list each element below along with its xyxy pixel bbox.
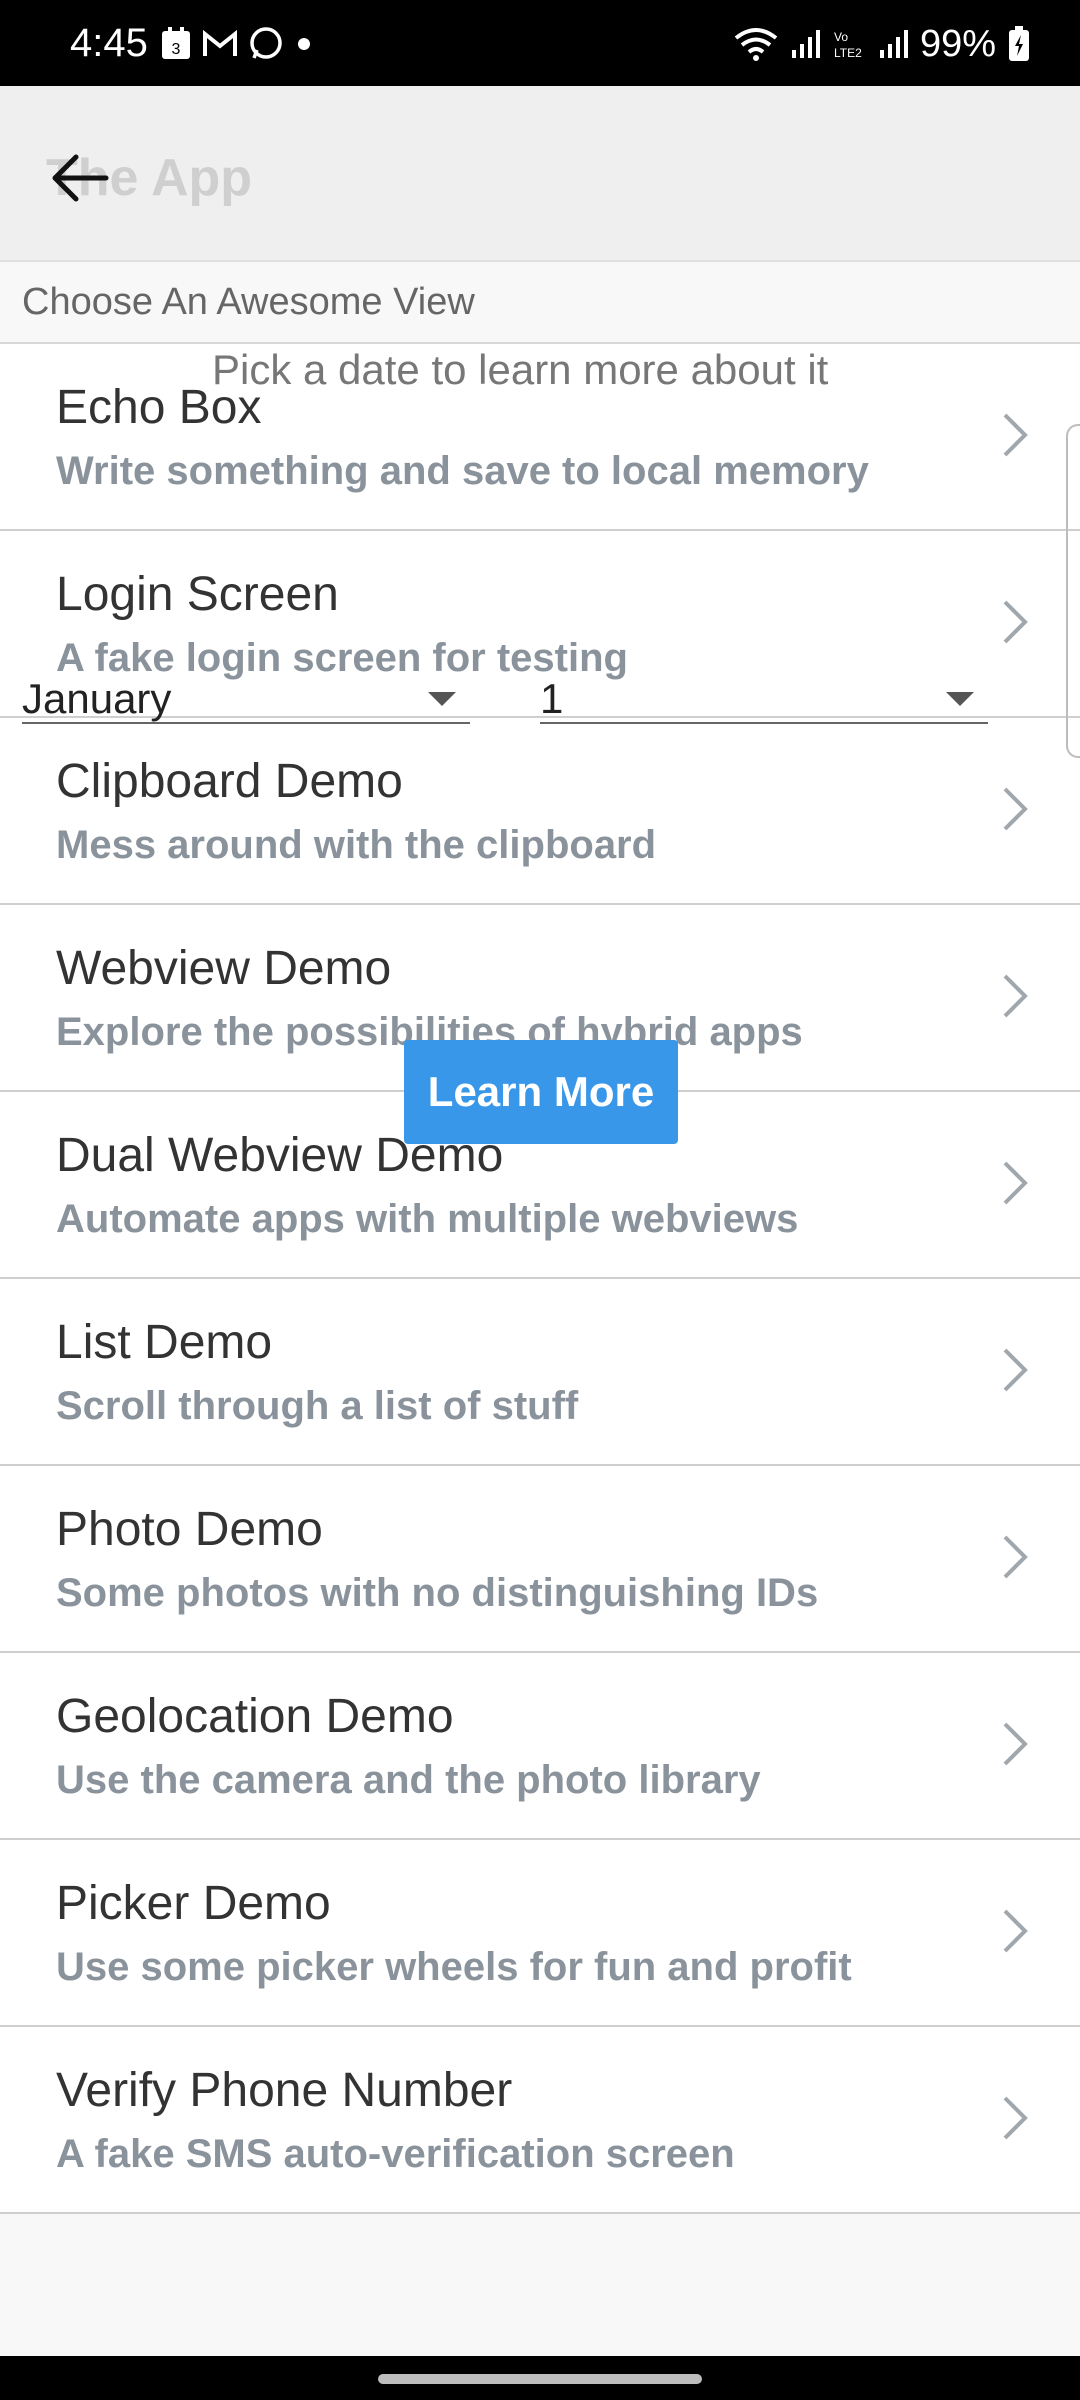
battery-level: 99%	[919, 23, 996, 65]
volte-icon: Vo LTE2	[834, 30, 862, 60]
list-item-title: List Demo	[56, 1316, 273, 1369]
app-bar: The App	[0, 86, 1080, 262]
chevron-right-icon	[1003, 974, 1028, 1018]
list-item-subtitle: Write something and save to local memory	[56, 449, 869, 493]
whatsapp-icon	[250, 27, 282, 59]
status-time: 4:45	[70, 21, 148, 65]
back-button[interactable]	[40, 138, 120, 218]
list-item-subtitle: Mess around with the clipboard	[56, 823, 657, 867]
list-item-title: Webview Demo	[56, 942, 392, 995]
list-item-photo-demo[interactable]: Photo Demo Some photos with no distingui…	[0, 1466, 1080, 1653]
date-picker-hint: Pick a date to learn more about it	[212, 346, 829, 393]
list-item-subtitle: A fake SMS auto-verification screen	[56, 2132, 735, 2176]
chevron-right-icon	[1003, 787, 1028, 831]
calendar-icon: 3	[162, 27, 190, 59]
signal-icon	[879, 30, 908, 58]
section-header: Choose An Awesome View	[0, 262, 1080, 344]
status-bar: 4:45 3 Vo LTE2 99%	[0, 0, 1080, 86]
back-arrow-icon	[52, 154, 109, 202]
day-value: 1	[540, 675, 564, 722]
battery-icon	[1009, 26, 1029, 61]
signal-icon	[791, 30, 820, 58]
list-item-title: Picker Demo	[56, 1877, 331, 1930]
gmail-icon	[203, 29, 237, 56]
list-item-picker-demo[interactable]: Picker Demo Use some picker wheels for f…	[0, 1840, 1080, 2027]
list-item-clipboard-demo[interactable]: Clipboard Demo Mess around with the clip…	[0, 718, 1080, 905]
chevron-right-icon	[1003, 2096, 1028, 2140]
chevron-right-icon	[1003, 413, 1028, 457]
svg-text:3: 3	[172, 41, 181, 58]
list-item-subtitle: Use some picker wheels for fun and profi…	[56, 1945, 852, 1989]
chevron-right-icon	[1003, 1909, 1028, 1953]
day-dropdown[interactable]: 1	[540, 672, 988, 724]
wifi-icon	[734, 28, 778, 61]
list-item-subtitle: Scroll through a list of stuff	[56, 1384, 579, 1428]
list-item-verify-phone-number[interactable]: Verify Phone Number A fake SMS auto-veri…	[0, 2027, 1080, 2214]
svg-text:LTE2: LTE2	[834, 46, 862, 60]
edge-panel-handle[interactable]	[1066, 424, 1080, 758]
system-icons: Vo LTE2 99%	[734, 22, 1030, 66]
list-item-subtitle: Use the camera and the photo library	[56, 1758, 761, 1802]
list-item-title: Login Screen	[56, 568, 339, 621]
list-item-title: Photo Demo	[56, 1503, 323, 1556]
month-dropdown[interactable]: January	[22, 672, 470, 724]
list-item-title: Verify Phone Number	[56, 2064, 513, 2117]
home-gesture-handle[interactable]	[378, 2374, 702, 2384]
navigation-bar	[0, 2356, 1080, 2400]
list-item-title: Geolocation Demo	[56, 1690, 454, 1743]
month-value: January	[22, 675, 172, 722]
dot-icon	[298, 38, 310, 50]
caret-down-icon	[428, 692, 456, 706]
list-item-subtitle: Automate apps with multiple webviews	[56, 1197, 799, 1241]
notification-icons: 3	[160, 22, 314, 66]
view-list: Echo Box Write something and save to loc…	[0, 344, 1080, 2214]
section-header-label: Choose An Awesome View	[22, 281, 475, 323]
learn-more-button[interactable]: Learn More	[404, 1040, 678, 1144]
chevron-right-icon	[1003, 1535, 1028, 1579]
list-item-list-demo[interactable]: List Demo Scroll through a list of stuff	[0, 1279, 1080, 1466]
caret-down-icon	[946, 692, 974, 706]
list-item-title: Clipboard Demo	[56, 755, 403, 808]
chevron-right-icon	[1003, 1722, 1028, 1766]
list-item-geolocation-demo[interactable]: Geolocation Demo Use the camera and the …	[0, 1653, 1080, 1840]
chevron-right-icon	[1003, 1348, 1028, 1392]
svg-text:Vo: Vo	[834, 30, 848, 44]
chevron-right-icon	[1003, 1161, 1028, 1205]
chevron-right-icon	[1003, 600, 1028, 644]
list-item-subtitle: Some photos with no distinguishing IDs	[56, 1571, 819, 1615]
